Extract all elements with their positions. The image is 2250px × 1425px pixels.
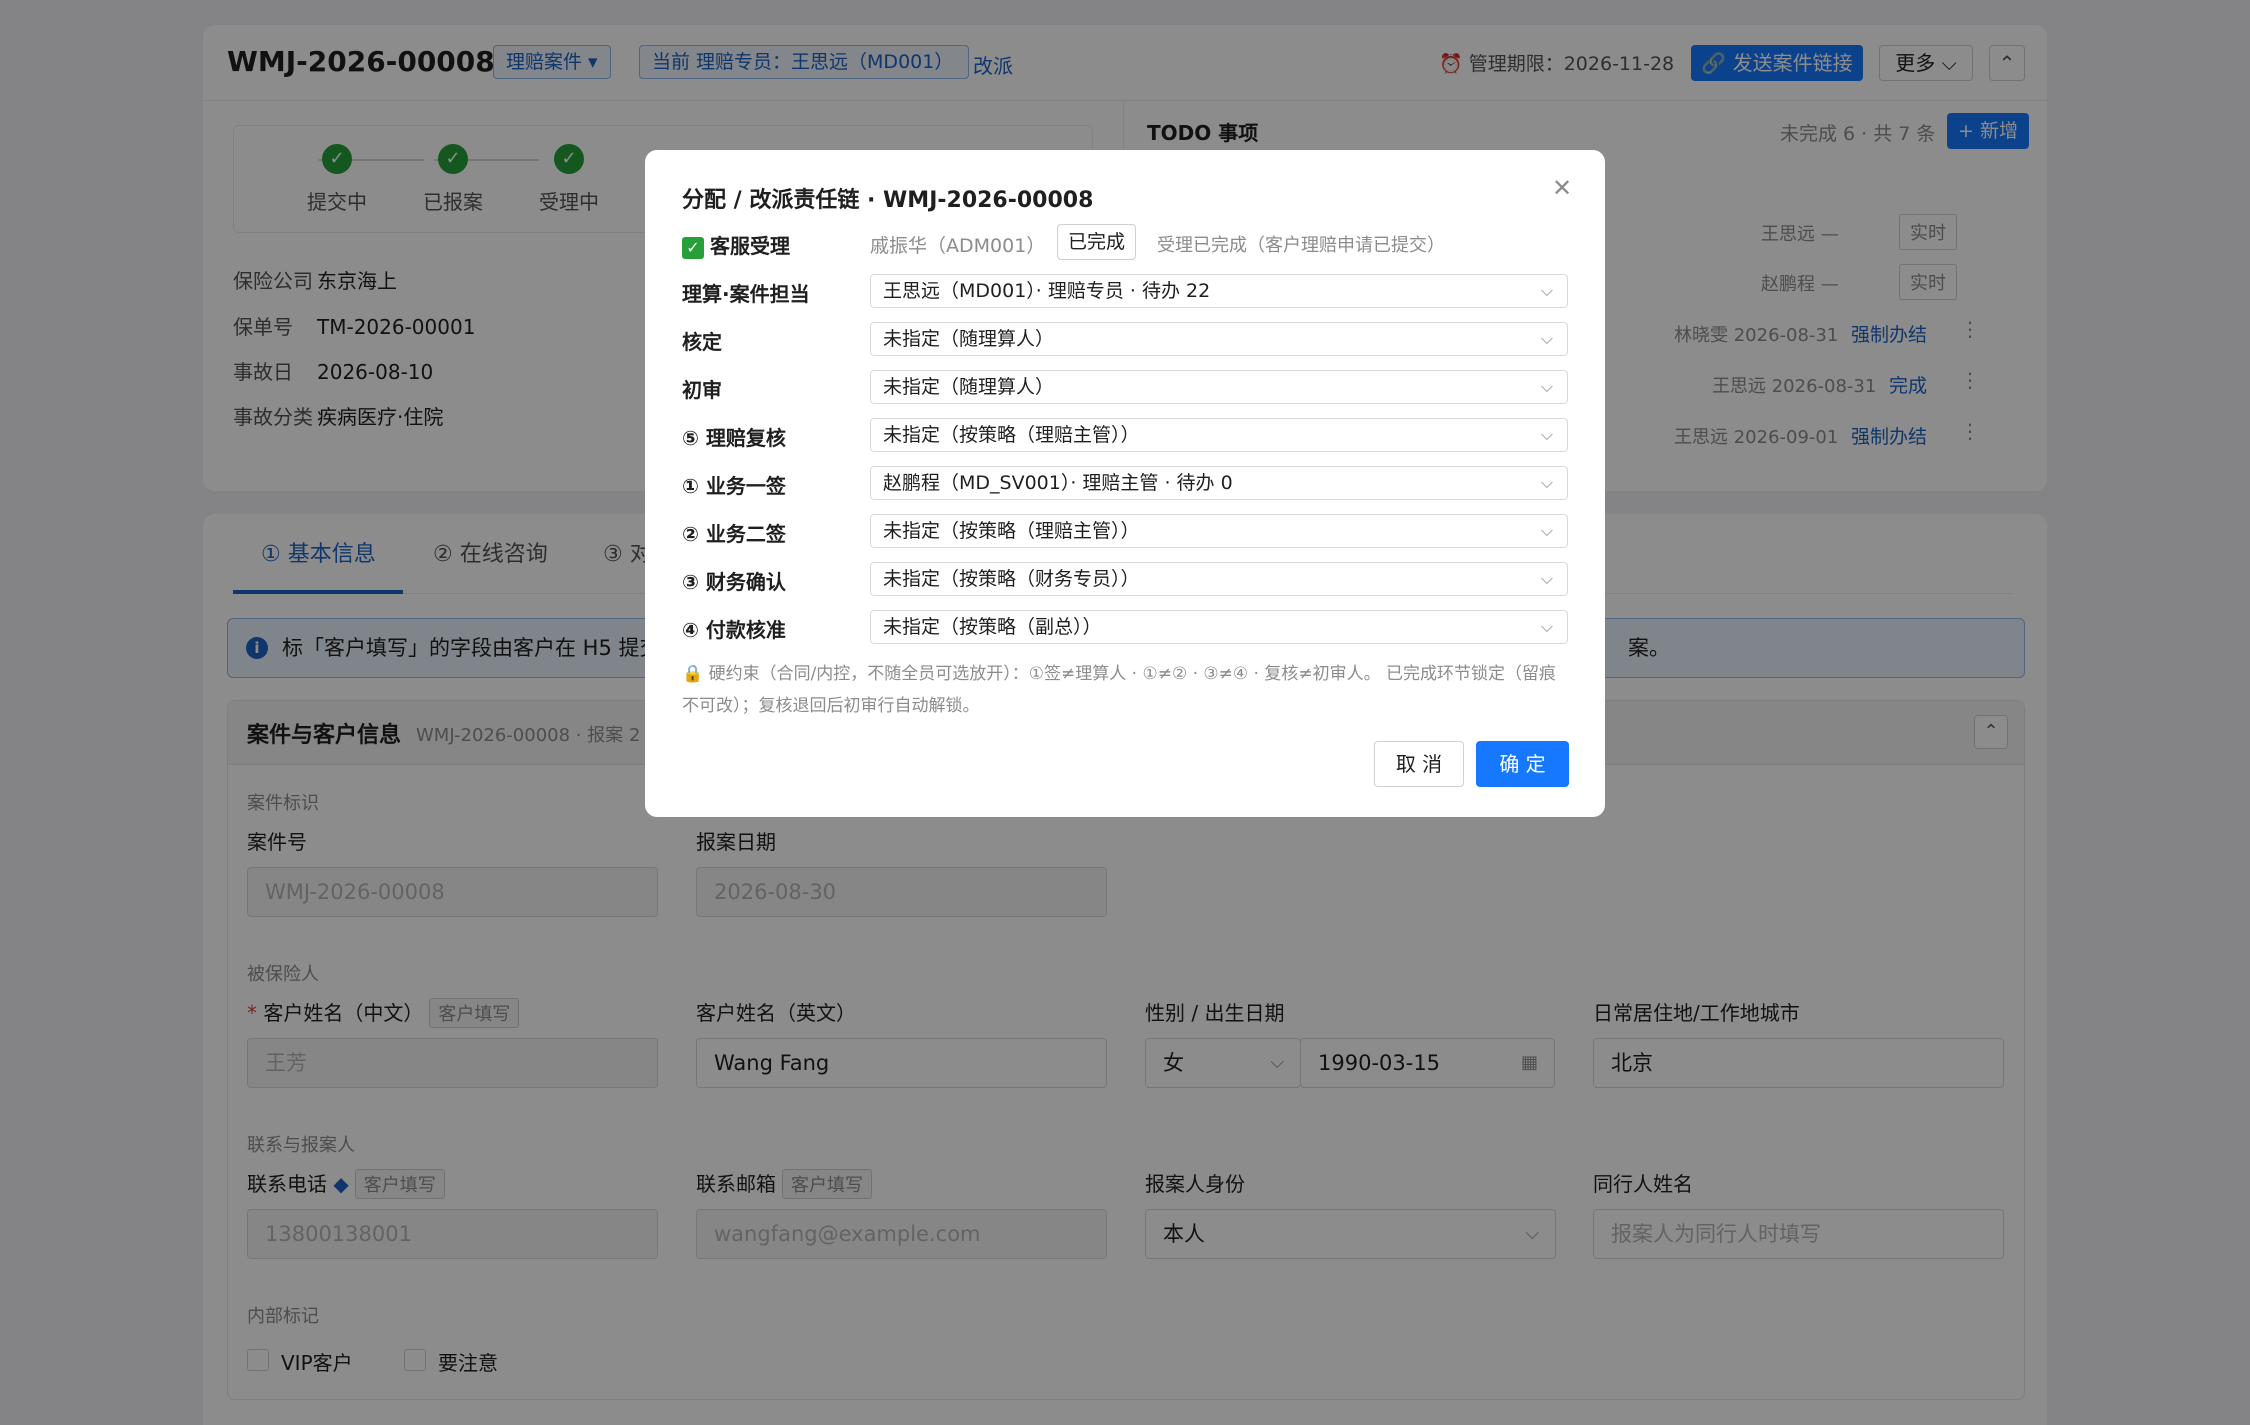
chevron-down-icon: ⌵ [1540, 377, 1553, 396]
assign-chain-modal: 分配 / 改派责任链 · WMJ-2026-00008 ✕ ✓ 客服受理 戚振华（… [645, 150, 1605, 817]
chevron-down-icon: ⌵ [1540, 521, 1553, 540]
assignee-select[interactable]: 未指定（按策略（理赔主管）） ⌵ [870, 418, 1568, 452]
select-value: 未指定（随理算人） [883, 376, 1055, 398]
assignee-select[interactable]: 未指定（按策略（副总）） ⌵ [870, 610, 1568, 644]
first-row-person: 戚振华（ADM001） [870, 235, 1046, 257]
modal-title: 分配 / 改派责任链 · WMJ-2026-00008 [682, 188, 1094, 213]
select-value: 未指定（按策略（理赔主管）） [883, 520, 1140, 542]
select-value: 赵鹏程（MD_SV001）· 理赔主管 · 待办 0 [883, 472, 1233, 494]
chevron-down-icon: ⌵ [1540, 617, 1553, 636]
row-label: ① 业务一签 [682, 474, 786, 498]
row-label: 核定 [682, 330, 722, 354]
first-row-note: 受理已完成（客户理赔申请已提交） [1157, 235, 1445, 256]
chevron-down-icon: ⌵ [1540, 281, 1553, 300]
select-value: 王思远（MD001）· 理赔专员 · 待办 22 [883, 280, 1211, 302]
select-value: 未指定（按策略（财务专员）） [883, 568, 1140, 590]
row-label: 初审 [682, 378, 722, 402]
select-value: 未指定（随理算人） [883, 328, 1055, 350]
assignee-select[interactable]: 未指定（按策略（财务专员）） ⌵ [870, 562, 1568, 596]
chevron-down-icon: ⌵ [1540, 473, 1553, 492]
select-value: 未指定（按策略（副总）） [883, 616, 1102, 638]
cancel-button[interactable]: 取 消 [1374, 741, 1464, 787]
assignee-select[interactable]: 未指定（随理算人） ⌵ [870, 322, 1568, 356]
row-label: ④ 付款核准 [682, 618, 786, 642]
checkmark-icon: ✓ [682, 237, 704, 259]
constraint-note: 🔒 硬约束（合同/内控，不随全员可选放开）：①签≠理算人 · ①≠② · ③≠④… [682, 664, 1557, 716]
assignee-select[interactable]: 王思远（MD001）· 理赔专员 · 待办 22 ⌵ [870, 274, 1568, 308]
close-icon[interactable]: ✕ [1552, 174, 1572, 202]
row-label: 理算·案件担当 [682, 282, 810, 306]
row-label: ⑤ 理赔复核 [682, 426, 786, 450]
chevron-down-icon: ⌵ [1540, 329, 1553, 348]
row-label: ③ 财务确认 [682, 570, 786, 594]
assignee-select[interactable]: 未指定（随理算人） ⌵ [870, 370, 1568, 404]
chevron-down-icon: ⌵ [1540, 569, 1553, 588]
assignee-select[interactable]: 未指定（按策略（理赔主管）） ⌵ [870, 514, 1568, 548]
select-value: 未指定（按策略（理赔主管）） [883, 424, 1140, 446]
label-text: 客服受理 [710, 234, 790, 258]
first-row-label: ✓ 客服受理 [682, 230, 790, 259]
completed-badge: 已完成 [1057, 224, 1137, 260]
assignee-select[interactable]: 赵鹏程（MD_SV001）· 理赔主管 · 待办 0 ⌵ [870, 466, 1568, 500]
confirm-button[interactable]: 确 定 [1476, 741, 1569, 787]
chevron-down-icon: ⌵ [1540, 425, 1553, 444]
row-label: ② 业务二签 [682, 522, 786, 546]
